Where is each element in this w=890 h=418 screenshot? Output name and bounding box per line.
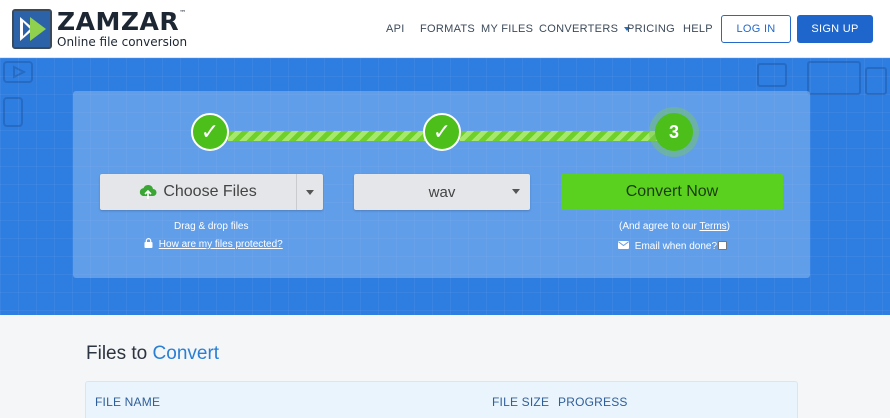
cloud-upload-icon [140,185,157,199]
nav-my-files[interactable]: MY FILES [481,0,533,58]
envelope-icon [618,241,629,249]
checkmark-icon: ✓ [432,119,452,144]
nav-converters[interactable]: CONVERTERS [539,0,631,58]
column-file-name: FILE NAME [95,395,161,409]
brand-tagline: Online file conversion [57,35,188,49]
converter-hero: ✓ ✓ 3 Choose Files wav Convert Now Drag … [0,58,890,315]
chevron-down-icon [306,189,314,195]
nav-help[interactable]: HELP [683,0,713,58]
converter-panel: ✓ ✓ 3 Choose Files wav Convert Now Drag … [73,91,810,278]
column-progress: PROGRESS [558,395,628,409]
progress-track-1 [228,131,438,141]
login-button[interactable]: LOG IN [721,15,791,43]
choose-files-dropdown[interactable]: Choose Files [100,174,323,210]
email-when-done-label: Email when done? [634,241,718,252]
files-table-header: FILE NAME FILE SIZE PROGRESS [85,381,798,418]
choose-files-menu-toggle[interactable] [296,174,323,210]
chevron-down-icon [512,189,520,194]
nav-api[interactable]: API [386,0,405,58]
column-file-size: FILE SIZE [492,395,550,409]
zamzar-logo-icon[interactable] [12,9,52,49]
step-1-complete: ✓ [191,113,229,151]
decorative-devices-icon [3,61,33,127]
terms-agreement: (And agree to our Terms) [619,221,731,232]
lock-icon [144,238,153,248]
email-when-done-row: Email when done? [618,241,717,252]
drag-drop-hint: Drag & drop files [174,221,249,232]
checkmark-icon: ✓ [200,119,220,144]
step-3-current: 3 [655,113,693,151]
step-2-complete: ✓ [423,113,461,151]
trademark-symbol: ™ [179,9,187,17]
format-select[interactable]: wav [354,174,530,210]
brand-name[interactable]: ZAMZAR™ [57,7,187,36]
progress-track-2 [460,131,673,141]
nav-formats[interactable]: FORMATS [420,0,475,58]
signup-button[interactable]: SIGN UP [797,15,873,43]
files-protected-link[interactable]: How are my files protected? [159,239,283,250]
files-section-title: Files to Convert [86,343,220,364]
convert-now-button[interactable]: Convert Now [561,174,783,210]
choose-files-button[interactable]: Choose Files [100,174,296,210]
email-when-done-checkbox[interactable] [718,241,727,250]
nav-pricing[interactable]: PRICING [627,0,675,58]
site-header: ZAMZAR™ Online file conversion API FORMA… [0,0,890,58]
terms-link[interactable]: Terms [699,221,726,232]
files-protected-row: How are my files protected? [144,238,283,250]
